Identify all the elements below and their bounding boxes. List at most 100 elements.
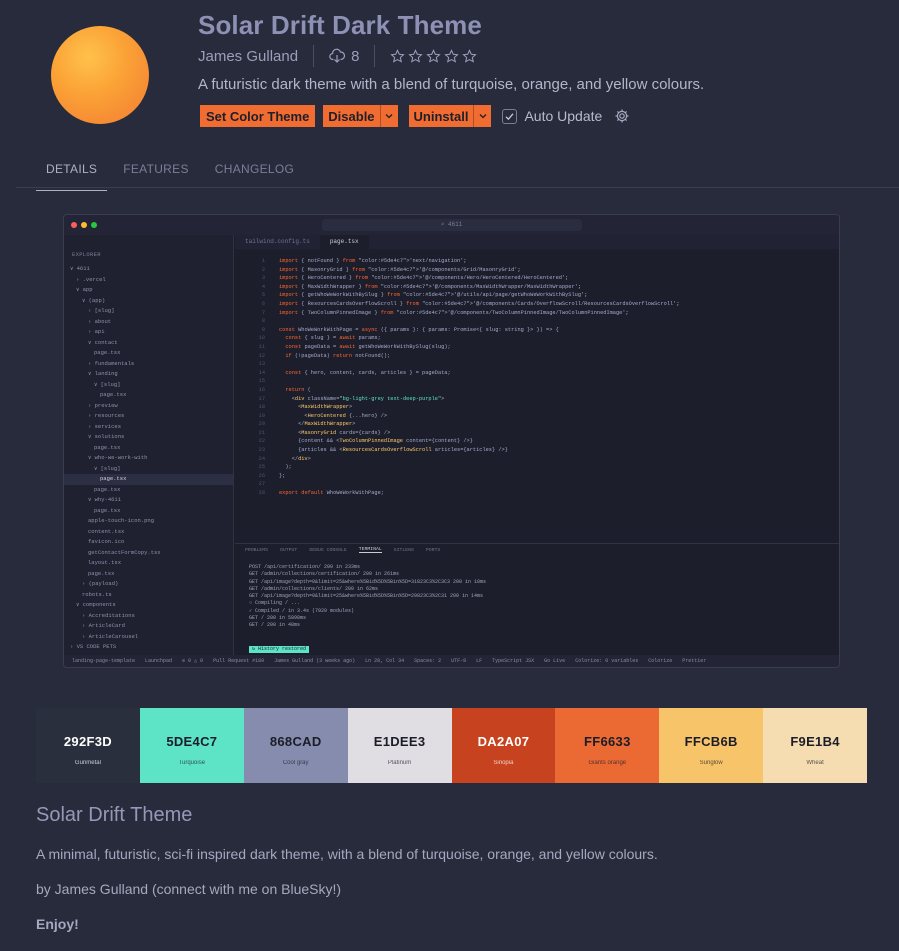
preview-terminal-tab: GITLENS (393, 547, 414, 553)
preview-code-line: 14 const { hero, content, cards, article… (258, 369, 451, 376)
auto-update-label: Auto Update (524, 108, 603, 124)
swatch-hex: FFCB6B (684, 733, 738, 749)
swatch-name: Platinum (387, 759, 412, 766)
preview-status-item: Prettier (682, 658, 707, 664)
preview-terminal-line: ○ Compiling / ... (249, 600, 301, 607)
preview-terminal-line: GET /api/image?depth=0&limit=25&where%5B… (249, 578, 487, 585)
preview-tree-item: layout.tsx (88, 559, 122, 566)
preview-tree-item: ∨ who-we-work-with (88, 454, 148, 461)
swatch-name: Turquoise (178, 759, 206, 766)
swatch-name: Cool gray (282, 759, 309, 766)
preview-tree-item: page.tsx (94, 485, 121, 493)
color-swatch: F9E1B4 Wheat (763, 708, 867, 783)
preview-terminal-line: GET / 200 in 5898ms (249, 615, 307, 622)
uninstall-dropdown-button[interactable] (473, 105, 492, 127)
preview-terminal-tab: DEBUG CONSOLE (309, 547, 347, 553)
preview-code-line: 8 (261, 318, 265, 325)
color-swatch: DA2A07 Sinopia (451, 708, 556, 783)
uninstall-button[interactable]: Uninstall (408, 105, 474, 127)
minimize-dot (81, 222, 87, 228)
auto-update-checkbox[interactable] (502, 108, 518, 124)
extension-title: Solar Drift Dark Theme (198, 10, 482, 40)
preview-status-item: Ln 28, Col 34 (365, 658, 405, 664)
preview-code-line: 11 const pageData = await getWhoWeWorkWi… (258, 343, 451, 350)
preview-status-item: Spaces: 2 (414, 658, 442, 664)
preview-status-item: ⊘ 0 △ 0 (182, 658, 204, 664)
swatch-hex: DA2A07 (477, 733, 530, 749)
star-icon (426, 48, 442, 63)
disable-button[interactable]: Disable (323, 105, 380, 127)
preview-status-item: Go Live (544, 658, 566, 664)
preview-status-item: Colorize (648, 658, 673, 664)
preview-tree-item: ∨ solutions (88, 433, 125, 440)
action-bar: Set Color Theme Disable Uninstall Auto U… (200, 105, 630, 127)
preview-code-line: 24 </div> (258, 455, 311, 462)
preview-terminal-tabs: PROBLEMS OUTPUT DEBUG CONSOLE TERMINAL GITLE… (235, 544, 839, 556)
star-icon (408, 48, 424, 63)
preview-code-line: 18 <MaxWidthWrapper> (258, 404, 353, 411)
preview-status-item: landing-page-template (72, 658, 136, 664)
preview-status-item: LF (476, 658, 483, 664)
preview-code-line: 6 import { ResourcesCardsOverflowScroll }… (261, 300, 680, 307)
auto-update-toggle[interactable]: Auto Update (502, 108, 602, 124)
preview-tree-item: ∨ (app) (82, 296, 106, 304)
preview-tree-item: › VS CODE PETS (70, 643, 117, 650)
preview-tree-item: › about (88, 317, 112, 325)
preview-status-item: Launchpad (145, 658, 173, 664)
set-color-theme-button[interactable]: Set Color Theme (200, 105, 316, 127)
preview-code-line: 26}; (258, 472, 286, 479)
preview-status-item: James Gulland (3 weeks ago) (274, 658, 356, 664)
disable-dropdown-button[interactable] (379, 105, 398, 127)
swatch-name: Sunglow (699, 759, 723, 766)
checkmark-icon (505, 112, 514, 120)
theme-preview-image: ⌕ 4611 EXPLORER ∨ 4611 › .vercel ∨ app ∨ (a… (63, 214, 840, 668)
preview-code: 1 import { notFound } from "color:#5de4c7… (235, 249, 839, 498)
preview-editor: tailwind.config.ts page.tsx 1 import { no… (235, 235, 839, 555)
preview-code-line: 2 import { MasonryGrid } from "color:#5de… (261, 266, 521, 273)
preview-status-item: TypeScript JSX (492, 658, 535, 664)
chevron-down-icon (479, 114, 487, 119)
preview-code-line: 16 return ( (258, 386, 311, 393)
gear-icon[interactable] (614, 108, 630, 124)
swatch-hex: 292F3D (63, 733, 112, 749)
preview-terminal-tab: PORTS (425, 547, 441, 553)
swatch-hex: 868CAD (269, 733, 322, 749)
preview-terminal-line: GET /api/image?depth=0&limit=25&where%5B… (249, 593, 484, 600)
author-name[interactable]: James Gulland (198, 48, 298, 65)
preview-search: ⌕ 4611 (321, 219, 582, 231)
preview-tree-item: › [slug] (88, 307, 115, 314)
preview-terminal-tab: OUTPUT (280, 547, 298, 553)
preview-terminal-output: POST /api/certification/ 200 in 233ms GET… (235, 556, 839, 667)
preview-code-line: 20 </MaxWidthWrapper> (258, 421, 356, 428)
swatch-name: Gunmetal (74, 759, 101, 766)
preview-tree-item: getContactFormCopy.tsx (88, 548, 161, 556)
preview-tree-item: favicon.ico (88, 538, 125, 545)
preview-tree-item: content.tsx (88, 527, 125, 535)
preview-code-line: 13 (258, 361, 265, 368)
preview-terminal: PROBLEMS OUTPUT DEBUG CONSOLE TERMINAL GITLE… (235, 543, 839, 667)
preview-terminal-line: GET /admin/collections/clients/ 200 in 6… (249, 585, 379, 592)
preview-tree-item: page.tsx (64, 474, 233, 485)
color-swatch: E1DEE3 Platinum (347, 708, 452, 783)
swatch-hex: E1DEE3 (373, 733, 426, 749)
preview-code-line: 19 <HeroCentered {...hero} /> (258, 412, 388, 419)
preview-tree-item: page.tsx (88, 569, 115, 577)
star-icon (390, 48, 406, 63)
rating-stars[interactable] (390, 48, 478, 64)
preview-code-line: 22 {content && <TwoColumnPinnedImage con… (258, 438, 473, 445)
preview-statusbar: landing-page-template Launchpad ⊘ 0 △ 0 Pul… (64, 655, 839, 667)
preview-tree-item: › .vercel (76, 275, 106, 283)
extension-logo (51, 26, 149, 124)
maximize-dot (91, 222, 97, 228)
preview-tree-item: ∨ why-4611 (88, 496, 122, 503)
preview-tree-item: › Accreditations (82, 611, 135, 619)
preview-code-line: 4 import { MaxWidthWrapper } from "color:… (261, 283, 582, 290)
cloud-download-icon (329, 48, 346, 63)
readme-title: Solar Drift Theme (36, 804, 193, 826)
preview-code-line: 28 export default WhoWeWorkWithPage; (258, 490, 384, 497)
close-dot (71, 222, 77, 228)
preview-explorer: EXPLORER ∨ 4611 › .vercel ∨ app ∨ (app) › [s… (64, 235, 234, 655)
preview-tree-item: › ArticleCarousel (82, 632, 139, 640)
preview-tree-item: ∨ components (76, 601, 116, 608)
readme-paragraph: A minimal, futuristic, sci-fi inspired d… (36, 846, 658, 862)
